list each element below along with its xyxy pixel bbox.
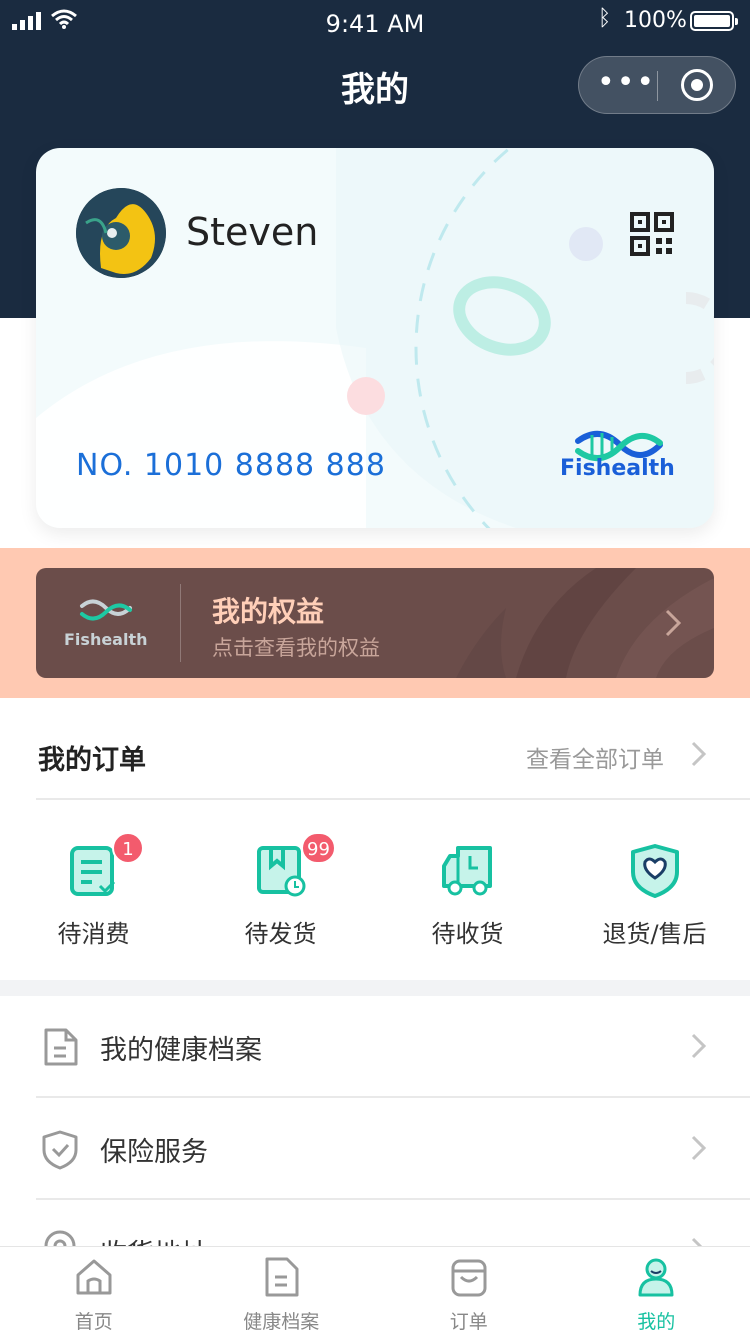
badge: 1 (112, 832, 144, 864)
close-target-icon[interactable] (681, 69, 713, 101)
section-gap (0, 980, 750, 996)
member-number: NO. 1010 8888 888 (76, 448, 386, 483)
mini-program-capsule[interactable]: ••• (578, 56, 736, 114)
menu-insurance[interactable]: 保险服务 (0, 1098, 750, 1198)
benefit-title: 我的权益 (212, 590, 324, 630)
package-clock-icon (255, 842, 307, 898)
truck-icon (440, 842, 496, 898)
menu-label: 我的健康档案 (100, 1028, 262, 1067)
benefit-logo-icon (78, 594, 134, 626)
shield-heart-icon (629, 842, 681, 898)
tab-orders[interactable]: 订单 (375, 1247, 563, 1335)
orders-header: 我的订单 查看全部订单 (0, 698, 750, 798)
order-pending-receipt[interactable]: 待收货 (374, 800, 561, 980)
benefits-banner[interactable]: Fishealth 我的权益 点击查看我的权益 (36, 568, 714, 678)
menu-label: 保险服务 (100, 1130, 208, 1169)
orders-title: 我的订单 (38, 738, 146, 777)
chevron-right-icon (690, 1134, 708, 1162)
chevron-right-icon (690, 1032, 708, 1060)
tab-label: 我的 (563, 1307, 750, 1334)
more-icon[interactable]: ••• (597, 69, 655, 101)
order-status-row: 1 待消费 99 待发货 待收货 退货/售后 (0, 800, 750, 980)
tab-home[interactable]: 首页 (0, 1247, 188, 1335)
order-pending-consumption[interactable]: 1 待消费 (0, 800, 187, 980)
benefit-divider (180, 584, 181, 662)
chevron-right-icon[interactable] (690, 740, 708, 768)
order-pending-shipment[interactable]: 99 待发货 (187, 800, 374, 980)
tab-label: 首页 (0, 1307, 188, 1334)
avatar[interactable] (76, 188, 166, 278)
tab-mine[interactable]: 我的 (563, 1247, 750, 1335)
home-icon (72, 1255, 116, 1299)
member-card[interactable]: Steven NO. 1010 8888 888 Fishealth (36, 148, 714, 528)
benefit-brand-text: Fishealth (64, 630, 148, 649)
order-after-sales[interactable]: 退货/售后 (561, 800, 748, 980)
tab-label: 健康档案 (188, 1307, 376, 1334)
avatar-image (76, 188, 166, 278)
document-icon (40, 1026, 80, 1068)
order-label: 待消费 (0, 914, 187, 949)
status-bar: 9:41 AM ᛒ 100% (0, 0, 750, 44)
tab-health-records[interactable]: 健康档案 (188, 1247, 376, 1335)
tab-label: 订单 (375, 1307, 563, 1334)
document-icon (259, 1255, 303, 1299)
qr-code-icon[interactable] (630, 212, 674, 256)
capsule-divider (657, 71, 658, 101)
benefit-subtitle: 点击查看我的权益 (212, 632, 380, 662)
chevron-right-icon (664, 608, 682, 638)
bag-icon (447, 1255, 491, 1299)
menu-health-records[interactable]: 我的健康档案 (0, 996, 750, 1096)
order-label: 待收货 (374, 914, 561, 949)
order-label: 退货/售后 (561, 914, 748, 949)
user-name: Steven (186, 210, 318, 254)
badge: 99 (301, 832, 336, 864)
order-label: 待发货 (187, 914, 374, 949)
shield-check-icon (40, 1128, 80, 1170)
card-brand-text: Fishealth (560, 456, 675, 481)
view-all-orders-link[interactable]: 查看全部订单 (526, 740, 664, 774)
person-icon (634, 1255, 678, 1299)
battery-percentage: 100% (624, 8, 687, 33)
bluetooth-icon: ᛒ (598, 6, 611, 31)
tab-bar: 首页 健康档案 订单 我的 (0, 1246, 750, 1335)
battery-icon (690, 11, 734, 31)
